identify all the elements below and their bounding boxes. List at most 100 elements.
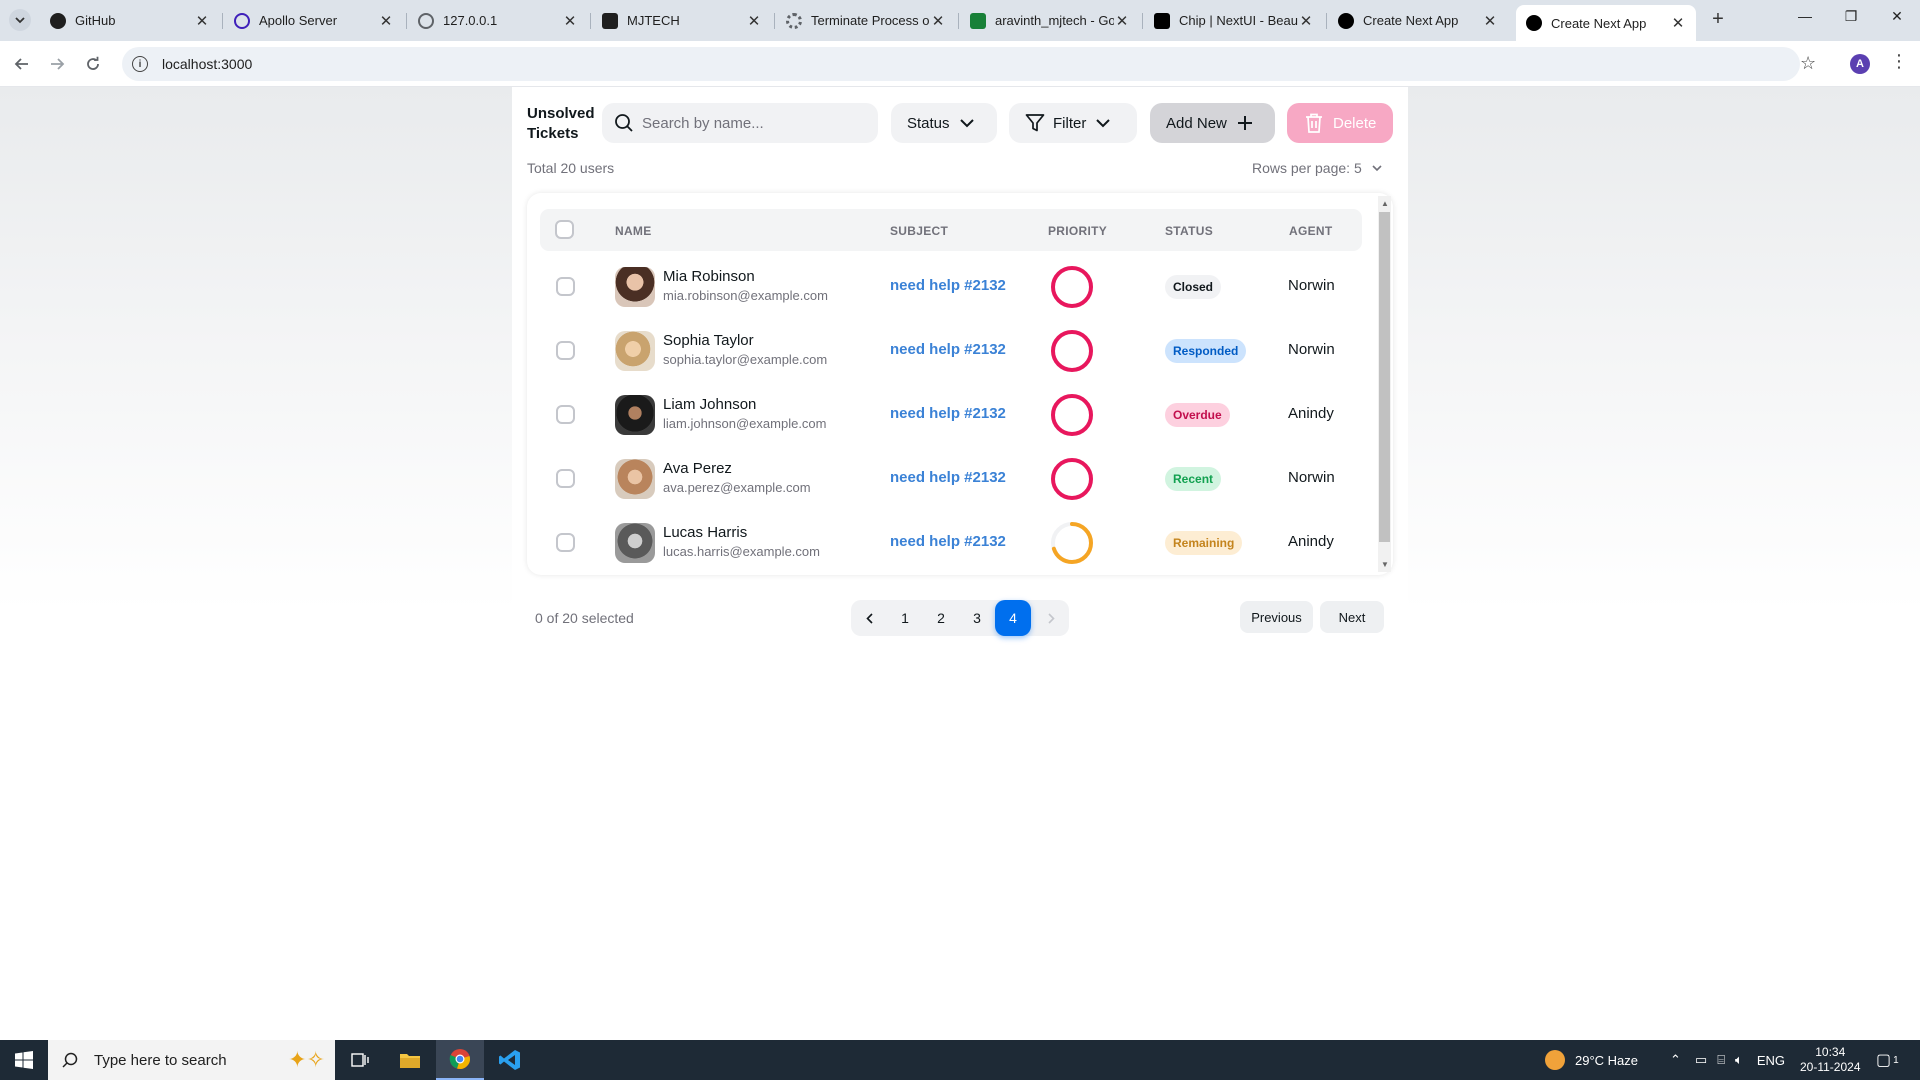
select-all-checkbox[interactable] [555,220,574,239]
table-row[interactable]: Ava Perez ava.perez@example.com need hel… [540,447,1362,511]
table-scrollbar[interactable]: ▲ ▼ [1378,196,1391,572]
meet-now-icon[interactable]: ▭ [1695,1052,1707,1068]
chrome-taskbar-button[interactable] [436,1040,484,1080]
browser-tab-terminate-process[interactable]: Terminate Process on ✕ [776,6,956,35]
clock-time: 10:34 [1815,1045,1846,1059]
windows-start-button[interactable] [0,1040,48,1080]
search-input[interactable] [642,114,862,132]
site-info-icon[interactable]: i [132,56,148,72]
column-header-status[interactable]: STATUS [1165,224,1213,238]
browser-tab-apollo[interactable]: Apollo Server ✕ [224,6,404,35]
browser-tab-nextui-chip[interactable]: Chip | NextUI - Beaut ✕ [1144,6,1324,35]
scrollbar-thumb[interactable] [1379,212,1390,542]
status-chip: Closed [1165,275,1222,299]
close-tab-icon[interactable]: ✕ [1298,12,1314,30]
page-button-4[interactable]: 4 [995,600,1031,636]
taskbar-search-box[interactable]: Type here to search ✦✧ [48,1040,335,1080]
notification-center-button[interactable]: ▢ 1 [1876,1040,1899,1080]
close-tab-icon[interactable]: ✕ [378,12,394,30]
network-icon[interactable]: ⌸ [1717,1052,1725,1068]
system-tray: ⌃ ▭ ⌸ 🔈︎ ENG [1670,1040,1785,1080]
back-button[interactable] [9,51,35,77]
page-button-3[interactable]: 3 [959,600,995,636]
row-checkbox[interactable] [556,405,575,424]
file-explorer-button[interactable] [386,1040,434,1080]
close-tab-icon[interactable]: ✕ [1670,14,1686,32]
clock[interactable]: 10:34 20-11-2024 [1800,1040,1861,1080]
search-box[interactable] [602,103,878,143]
agent-name: Anindy [1288,405,1334,422]
close-tab-icon[interactable]: ✕ [746,12,762,30]
close-tab-icon[interactable]: ✕ [562,12,578,30]
tab-search-button[interactable] [9,9,31,31]
tab-separator [774,13,775,29]
weather-widget[interactable]: 29°C Haze [1545,1040,1638,1080]
chrome-icon [449,1049,470,1069]
ticket-subject-link[interactable]: need help #2132 [890,341,1006,358]
table-header [540,209,1362,251]
pagination-next-button[interactable] [1033,600,1069,636]
row-checkbox[interactable] [556,469,575,488]
delete-button[interactable]: Delete [1287,103,1393,143]
browser-tab-localhost-ip[interactable]: 127.0.0.1 ✕ [408,6,588,35]
row-checkbox[interactable] [556,533,575,552]
next-button[interactable]: Next [1320,601,1384,633]
column-header-agent[interactable]: AGENT [1289,224,1333,238]
add-new-button-label: Add New [1166,114,1227,132]
close-window-button[interactable]: ✕ [1874,8,1920,25]
pagination-prev-button[interactable] [851,600,887,636]
bookmark-star-icon[interactable]: ☆ [1800,53,1816,74]
table-row[interactable]: Liam Johnson liam.johnson@example.com ne… [540,383,1362,447]
address-url[interactable]: localhost:3000 [162,56,252,72]
browser-tab-create-next-app[interactable]: Create Next App ✕ [1328,6,1508,35]
minimize-window-button[interactable]: — [1782,8,1828,24]
table-row[interactable]: Sophia Taylor sophia.taylor@example.com … [540,319,1362,383]
address-bar[interactable]: i localhost:3000 [122,47,1800,81]
row-checkbox[interactable] [556,341,575,360]
show-hidden-icons-chevron-icon[interactable]: ⌃ [1670,1052,1681,1068]
ticket-subject-link[interactable]: need help #2132 [890,277,1006,294]
column-header-subject[interactable]: SUBJECT [890,224,948,238]
close-tab-icon[interactable]: ✕ [1482,12,1498,30]
ticket-subject-link[interactable]: need help #2132 [890,469,1006,486]
browser-tab-github[interactable]: GitHub ✕ [40,6,220,35]
tab-separator [406,13,407,29]
ticket-subject-link[interactable]: need help #2132 [890,405,1006,422]
browser-menu-icon[interactable]: ⋮ [1890,51,1908,72]
status-dropdown-button[interactable]: Status [891,103,997,143]
task-view-button[interactable] [336,1040,384,1080]
table-row[interactable]: Mia Robinson mia.robinson@example.com ne… [540,255,1362,319]
close-tab-icon[interactable]: ✕ [1114,12,1130,30]
user-email: ava.perez@example.com [663,480,811,495]
close-tab-icon[interactable]: ✕ [194,12,210,30]
restore-window-button[interactable]: ❐ [1828,8,1874,25]
profile-avatar[interactable]: A [1850,54,1870,74]
forward-button[interactable] [44,51,70,77]
column-header-priority[interactable]: PRIORITY [1048,224,1107,238]
search-icon [62,1052,78,1068]
scroll-up-arrow-icon[interactable]: ▲ [1381,199,1389,208]
column-header-name[interactable]: NAME [615,224,652,238]
page-button-2[interactable]: 2 [923,600,959,636]
sheets-icon [970,12,986,29]
task-view-icon [351,1053,369,1067]
volume-icon[interactable]: 🔈︎ [1735,1052,1743,1068]
scroll-down-arrow-icon[interactable]: ▼ [1381,560,1389,569]
language-indicator[interactable]: ENG [1757,1053,1785,1068]
add-new-button[interactable]: Add New [1150,103,1275,143]
row-checkbox[interactable] [556,277,575,296]
browser-tab-mjtech[interactable]: MJTECH ✕ [592,6,772,35]
previous-button[interactable]: Previous [1240,601,1313,633]
rows-per-page-select[interactable]: Rows per page: 5 [1252,160,1382,176]
ticket-subject-link[interactable]: need help #2132 [890,533,1006,550]
new-tab-button[interactable]: + [1705,8,1731,31]
reload-button[interactable] [80,51,106,77]
page-button-1[interactable]: 1 [887,600,923,636]
vscode-taskbar-button[interactable] [486,1040,534,1080]
close-tab-icon[interactable]: ✕ [930,12,946,30]
status-chip: Responded [1165,339,1247,363]
browser-tab-create-next-app-active[interactable]: Create Next App ✕ [1516,5,1696,41]
filter-dropdown-button[interactable]: Filter [1009,103,1137,143]
table-row[interactable]: Lucas Harris lucas.harris@example.com ne… [540,511,1362,575]
browser-tab-sheets[interactable]: aravinth_mjtech - Go ✕ [960,6,1140,35]
